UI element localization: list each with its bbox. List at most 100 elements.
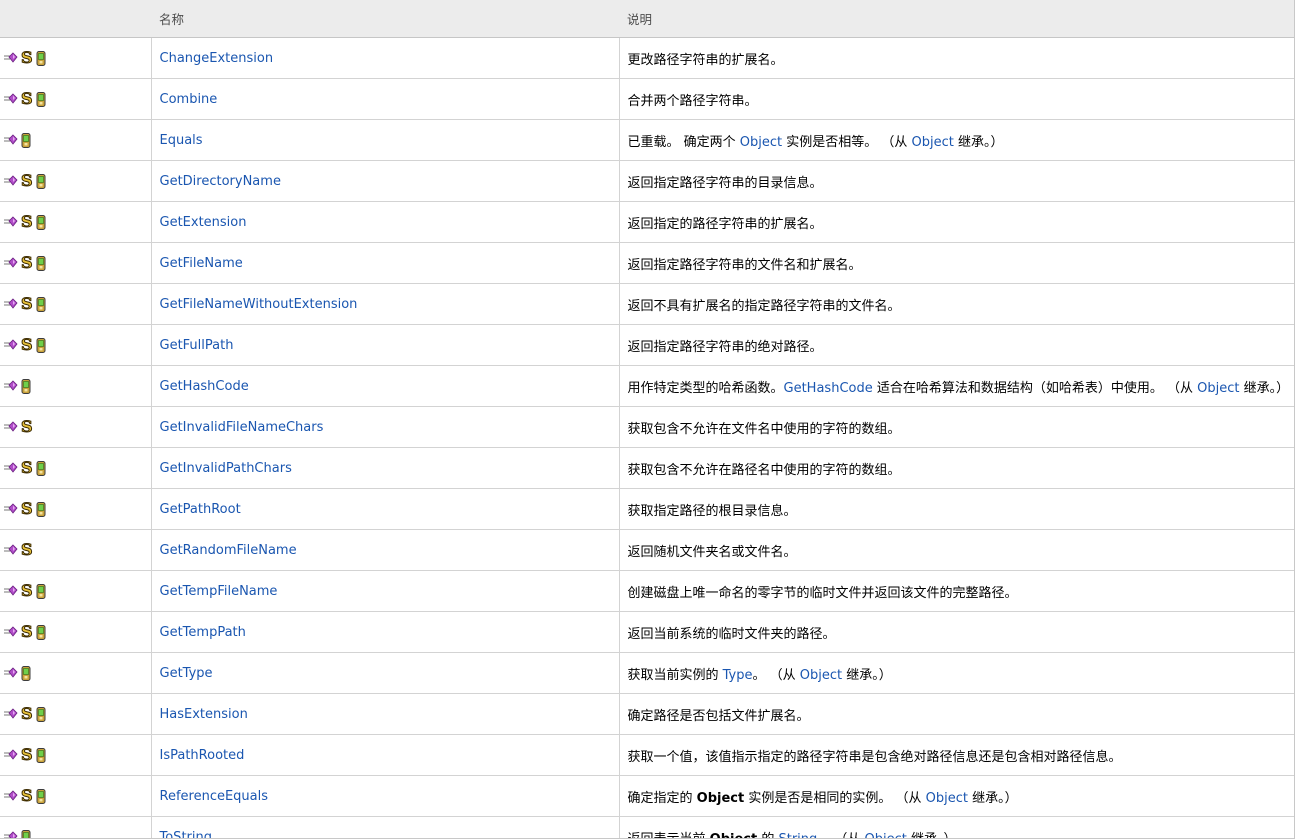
member-description-cell: 确定路径是否包括文件扩展名。 [618,693,1294,735]
member-icons: S [0,623,151,640]
member-description-cell: 确定指定的 Object 实例是否是相同的实例。 （从 Object 继承。） [618,775,1294,817]
icons-header [0,0,151,38]
member-name-cell: Equals [150,119,619,161]
static-member-icon: S [21,89,34,108]
static-member-icon: S [21,499,34,518]
member-name-link[interactable]: GetInvalidFileNameChars [160,420,324,435]
members-table: 名称 说明 S ChangeExtension 更改路径字符串的扩展名。 S Combi… [0,0,1294,839]
table-row: S ChangeExtension 更改路径字符串的扩展名。 [0,37,1294,79]
member-icons [0,378,151,394]
member-name-link[interactable]: GetTempPath [160,625,246,640]
member-name-link[interactable]: GetFileName [160,256,243,271]
member-name-link[interactable]: GetTempFileName [160,584,278,599]
description-code-term: Object [709,831,758,839]
member-icons-cell: S [0,611,151,653]
description-link[interactable]: Object [800,668,842,683]
description-text: 创建磁盘上唯一命名的零字节的临时文件并返回该文件的完整路径。 [627,585,1018,601]
member-name-cell: Combine [150,78,619,120]
description-link[interactable]: Type [723,668,753,683]
description-text: 。 （从 [752,667,800,683]
member-description-cell: 创建磁盘上唯一命名的零字节的临时文件并返回该文件的完整路径。 [618,570,1294,612]
xna-framework-icon [21,665,31,681]
member-name-link[interactable]: GetExtension [160,215,247,230]
description-text: 返回当前系统的临时文件夹的路径。 [627,626,836,642]
member-name-link[interactable]: GetRandomFileName [160,543,297,558]
description-text: 获取当前实例的 [627,667,723,683]
table-row: S GetInvalidPathChars 获取包含不允许在路径名中使用的字符的数组… [0,447,1294,489]
static-member-icon: S [21,417,34,436]
member-name-link[interactable]: GetType [160,666,213,681]
table-row: S ReferenceEquals 确定指定的 Object 实例是否是相同的实例。… [0,775,1294,817]
public-method-icon [4,216,18,228]
static-member-icon: S [21,294,34,313]
public-method-icon [4,790,18,802]
description-link[interactable]: GetHashCode [784,381,873,396]
static-member-icon: S [21,745,34,764]
member-name-link[interactable]: ChangeExtension [160,51,274,66]
member-name-cell: GetFileName [150,242,619,284]
xna-framework-icon [36,255,46,271]
static-member-icon: S [21,171,34,190]
description-text: 实例是否是相同的实例。 （从 [744,790,926,806]
member-name-link[interactable]: Equals [160,133,203,148]
member-name-link[interactable]: GetFileNameWithoutExtension [160,297,358,312]
public-method-icon [4,134,18,146]
member-icons: S [0,787,151,804]
member-icons-cell: S [0,570,151,612]
public-method-icon [4,831,18,838]
member-name-cell: GetRandomFileName [150,529,619,571]
member-description-cell: 返回指定路径字符串的目录信息。 [618,160,1294,202]
description-text: 返回指定路径字符串的文件名和扩展名。 [627,257,862,273]
member-icons-cell: S [0,693,151,735]
member-description-cell: 返回表示当前 Object 的 String。 （从 Object 继承。） [618,816,1294,839]
member-name-link[interactable]: GetInvalidPathChars [160,461,292,476]
description-link[interactable]: Object [912,135,954,150]
member-icons [0,132,151,148]
description-text: 继承。） [842,667,892,683]
member-name-cell: HasExtension [150,693,619,735]
description-text: 继承。） [967,790,1018,806]
xna-framework-icon [36,50,46,66]
description-text: 返回指定路径字符串的目录信息。 [627,175,823,191]
member-description-cell: 获取包含不允许在路径名中使用的字符的数组。 [618,447,1294,489]
member-description-cell: 获取指定路径的根目录信息。 [618,488,1294,530]
xna-framework-icon [21,132,31,148]
member-icons: S [0,89,151,108]
member-name-link[interactable]: IsPathRooted [160,748,245,763]
member-name-cell: ChangeExtension [150,37,619,79]
description-link[interactable]: String [778,832,817,839]
member-name-link[interactable]: GetDirectoryName [160,174,281,189]
member-name-link[interactable]: GetPathRoot [160,502,241,517]
member-name-link[interactable]: GetHashCode [160,379,249,394]
member-icons-cell: S [0,734,151,776]
static-member-icon: S [21,458,34,477]
public-method-icon [4,93,18,105]
name-column-header: 名称 [151,0,619,38]
description-text: 返回指定路径字符串的绝对路径。 [627,339,823,355]
table-row: S GetDirectoryName 返回指定路径字符串的目录信息。 [0,160,1294,202]
description-link[interactable]: Object [865,832,907,839]
description-link[interactable]: Object [740,135,782,150]
member-icons-cell: S [0,283,151,325]
public-method-icon [4,749,18,761]
member-name-link[interactable]: Combine [160,92,218,107]
member-name-link[interactable]: ReferenceEquals [160,789,269,804]
table-row: Equals 已重载。 确定两个 Object 实例是否相等。 （从 Object… [0,119,1294,161]
description-text: 合并两个路径字符串。 [627,93,758,109]
table-row: S HasExtension 确定路径是否包括文件扩展名。 [0,693,1294,735]
member-icons-cell: S [0,529,151,571]
public-method-icon [4,339,18,351]
member-icons-cell [0,652,151,694]
description-text: 更改路径字符串的扩展名。 [627,52,784,68]
description-link[interactable]: Object [1197,381,1239,396]
description-link[interactable]: Object [926,791,968,806]
xna-framework-icon [21,829,31,838]
table-row: GetType 获取当前实例的 Type。 （从 Object 继承。） [0,652,1294,694]
member-name-link[interactable]: ToString [160,830,212,838]
member-name-link[interactable]: GetFullPath [160,338,234,353]
description-text: 继承。） [953,134,1004,150]
xna-framework-icon [36,624,46,640]
table-row: S GetInvalidFileNameChars 获取包含不允许在文件名中使用的字… [0,406,1294,448]
member-name-link[interactable]: HasExtension [160,707,248,722]
member-icons: S [0,254,151,271]
